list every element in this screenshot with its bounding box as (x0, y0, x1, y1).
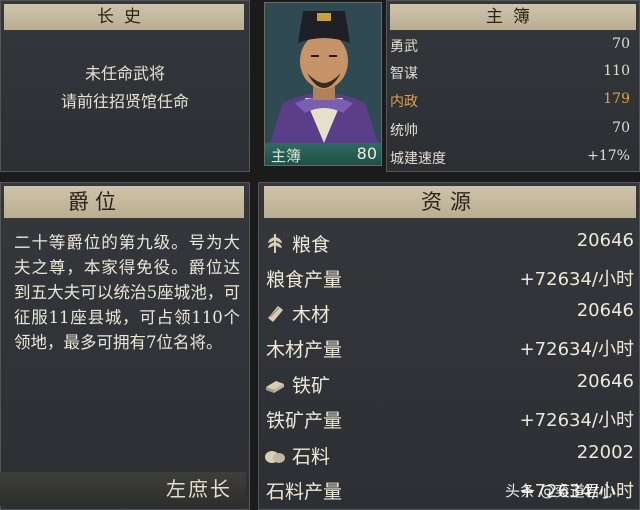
resource-value: +72634/小时 (519, 339, 634, 360)
resource-label: 粮食产量 (266, 269, 343, 291)
stat-row-politics: 内政 179 (390, 91, 630, 117)
resource-label: 铁矿产量 (266, 410, 343, 432)
stat-label: 智谋 (390, 66, 418, 82)
stat-label: 内政 (390, 94, 418, 110)
changshi-title-bar: 长史 (4, 4, 244, 30)
stat-value: 110 (603, 63, 630, 79)
resource-value: 20646 (576, 300, 634, 321)
portrait-name: 主簿 (271, 147, 302, 165)
resource-label: 石料产量 (266, 481, 343, 503)
unassigned-line-1: 未任命武将 (84, 64, 165, 83)
resource-value: +72634/小时 (519, 410, 634, 431)
stat-value: 70 (612, 36, 630, 52)
resource-row-iron: 铁矿 20646 (264, 369, 634, 403)
stat-value: 70 (612, 120, 630, 136)
portrait-nameplate: 主簿 80 (265, 143, 381, 165)
resource-label: 木材 (292, 304, 331, 326)
stat-label: 统帅 (390, 123, 418, 139)
stat-label: 城建速度 (390, 151, 446, 167)
portrait-level: 80 (356, 144, 377, 163)
unassigned-line-2[interactable]: 请前往招贤馆任命 (0, 88, 250, 116)
wood-icon (268, 306, 283, 322)
stat-value: +17% (587, 148, 630, 164)
resource-row-iron-rate: 铁矿产量 +72634/小时 (264, 404, 634, 438)
resource-row-stone: 石料 22002 (264, 440, 634, 474)
rank-title: 爵位 (68, 190, 122, 214)
next-rank-bar: 左庶长 (0, 472, 246, 506)
grain-icon (268, 234, 282, 253)
stats-title-bar: 主簿 (390, 4, 636, 30)
resource-row-grain: 粮食 20646 (264, 228, 634, 262)
resources-title: 资源 (421, 190, 479, 214)
resource-value: 20646 (576, 371, 634, 392)
unassigned-message: 未任命武将 请前往招贤馆任命 (0, 60, 250, 116)
resource-value: 22002 (576, 442, 634, 463)
resource-label: 木材产量 (266, 339, 343, 361)
rank-description: 二十等爵位的第九级。号为大夫之尊，本家得免役。爵位达到五大夫可以统治5座城池，可… (14, 233, 240, 352)
stat-label: 勇武 (390, 39, 418, 55)
resource-row-wood: 木材 20646 (264, 298, 634, 332)
officer-portrait-card[interactable]: 主簿 80 (264, 2, 382, 166)
stat-row-build-speed: 城建速度 +17% (390, 148, 630, 174)
stat-row-strategy: 智谋 110 (390, 63, 630, 89)
next-rank-label: 左庶长 (166, 477, 232, 501)
resource-row-grain-rate: 粮食产量 +72634/小时 (264, 263, 634, 297)
stats-title: 主簿 (486, 7, 540, 27)
stat-row-command: 统帅 70 (390, 120, 630, 146)
stat-row-valor: 勇武 70 (390, 36, 630, 62)
officer-portrait (265, 3, 381, 143)
changshi-title: 长史 (97, 7, 151, 27)
stone-icon (265, 451, 285, 463)
watermark-text: 头条 @奕道君心 (505, 482, 615, 500)
resource-row-wood-rate: 木材产量 +72634/小时 (264, 333, 634, 367)
stat-value: 179 (603, 91, 630, 107)
resource-label: 铁矿 (292, 375, 331, 397)
resource-value: 20646 (576, 230, 634, 251)
resource-value: +72634/小时 (519, 269, 634, 290)
rank-title-bar: 爵位 (4, 186, 244, 218)
resource-label: 粮食 (292, 234, 331, 256)
iron-icon (266, 381, 284, 393)
resources-title-bar: 资源 (264, 186, 636, 218)
resource-label: 石料 (292, 446, 331, 468)
